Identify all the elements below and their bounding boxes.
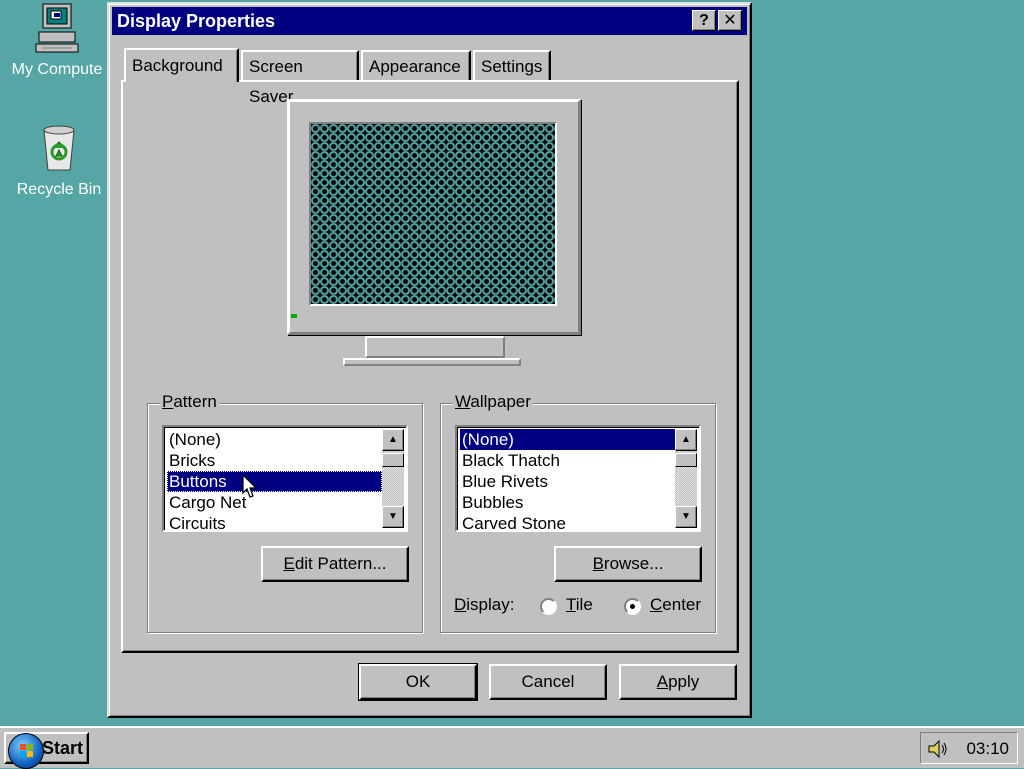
list-item[interactable]: (None) [167, 429, 382, 450]
system-tray: 03:10 [920, 732, 1018, 764]
desktop-icon-label: My Compute [11, 61, 103, 78]
background-tab-panel: Pattern (None) Bricks Buttons Cargo Net … [121, 80, 739, 653]
windows-logo-icon [8, 733, 44, 769]
apply-button[interactable]: Apply [619, 664, 737, 700]
wallpaper-legend: Wallpaper [453, 392, 533, 412]
list-item[interactable]: Black Thatch [460, 450, 675, 471]
pattern-preview-screen [309, 122, 557, 306]
tab-settings[interactable]: Settings [473, 50, 551, 80]
center-radio-label[interactable]: Center [650, 595, 701, 615]
scroll-up-arrow-icon[interactable]: ▲ [675, 429, 697, 451]
tab-screen-saver[interactable]: Screen Saver [241, 50, 359, 106]
edit-pattern-button[interactable]: Edit Pattern... [261, 546, 409, 582]
radio-selected-dot [630, 604, 635, 609]
display-properties-dialog: Display Properties ? ✕ Background Screen… [107, 2, 752, 718]
close-button[interactable]: ✕ [718, 10, 742, 31]
monitor-base [343, 358, 521, 366]
tab-appearance[interactable]: Appearance [361, 50, 471, 80]
pattern-scrollbar[interactable]: ▲ ▼ [382, 429, 404, 528]
cancel-button[interactable]: Cancel [489, 664, 607, 700]
pattern-group: Pattern (None) Bricks Buttons Cargo Net … [147, 392, 423, 633]
list-item-selected[interactable]: (None) [460, 429, 675, 450]
start-label: Start [42, 738, 84, 758]
monitor-preview [287, 99, 581, 335]
taskbar: Start 03:10 [0, 726, 1024, 769]
window-title: Display Properties [117, 11, 276, 31]
wallpaper-group: Wallpaper (None) Black Thatch Blue Rivet… [440, 392, 716, 633]
wallpaper-listbox[interactable]: (None) Black Thatch Blue Rivets Bubbles … [455, 425, 701, 534]
tab-background[interactable]: Background [124, 48, 239, 82]
pattern-listbox[interactable]: (None) Bricks Buttons Cargo Net Circuits… [162, 425, 408, 534]
ok-button[interactable]: OK [359, 664, 477, 700]
monitor-power-led [291, 314, 297, 318]
list-item[interactable]: Bricks [167, 450, 382, 471]
my-computer-icon [35, 3, 79, 53]
desktop-icon-my-computer[interactable]: My Compute [2, 2, 112, 79]
display-label: Display: [454, 595, 515, 614]
scroll-up-arrow-icon[interactable]: ▲ [382, 429, 404, 451]
list-item[interactable]: Blue Rivets [460, 471, 675, 492]
list-item[interactable]: Carved Stone [460, 513, 675, 534]
scroll-down-arrow-icon[interactable]: ▼ [675, 506, 697, 528]
pattern-legend: Pattern [160, 392, 219, 412]
start-button[interactable]: Start [4, 732, 89, 769]
mouse-pointer-icon [242, 474, 258, 498]
browse-button[interactable]: Browse... [554, 546, 702, 582]
desktop-icon-recycle-bin[interactable]: Recycle Bin [4, 122, 114, 199]
tile-radio[interactable] [540, 598, 557, 615]
list-item[interactable]: Circuits [167, 513, 382, 534]
list-item[interactable]: Bubbles [460, 492, 675, 513]
scroll-down-arrow-icon[interactable]: ▼ [382, 506, 404, 528]
help-button[interactable]: ? [692, 10, 716, 31]
list-item-selected[interactable]: Buttons [167, 471, 382, 492]
volume-icon[interactable] [927, 738, 949, 760]
monitor-stand [365, 336, 505, 358]
list-item[interactable]: Cargo Net [167, 492, 382, 513]
scroll-thumb[interactable] [382, 453, 404, 467]
clock[interactable]: 03:10 [966, 739, 1009, 759]
scroll-thumb[interactable] [675, 453, 697, 467]
desktop-icon-label: Recycle Bin [16, 181, 102, 198]
title-bar[interactable]: Display Properties ? ✕ [112, 7, 747, 35]
center-radio[interactable] [624, 598, 641, 615]
recycle-bin-icon [43, 125, 75, 171]
wallpaper-scrollbar[interactable]: ▲ ▼ [675, 429, 697, 528]
tile-radio-label[interactable]: Tile [566, 595, 593, 615]
